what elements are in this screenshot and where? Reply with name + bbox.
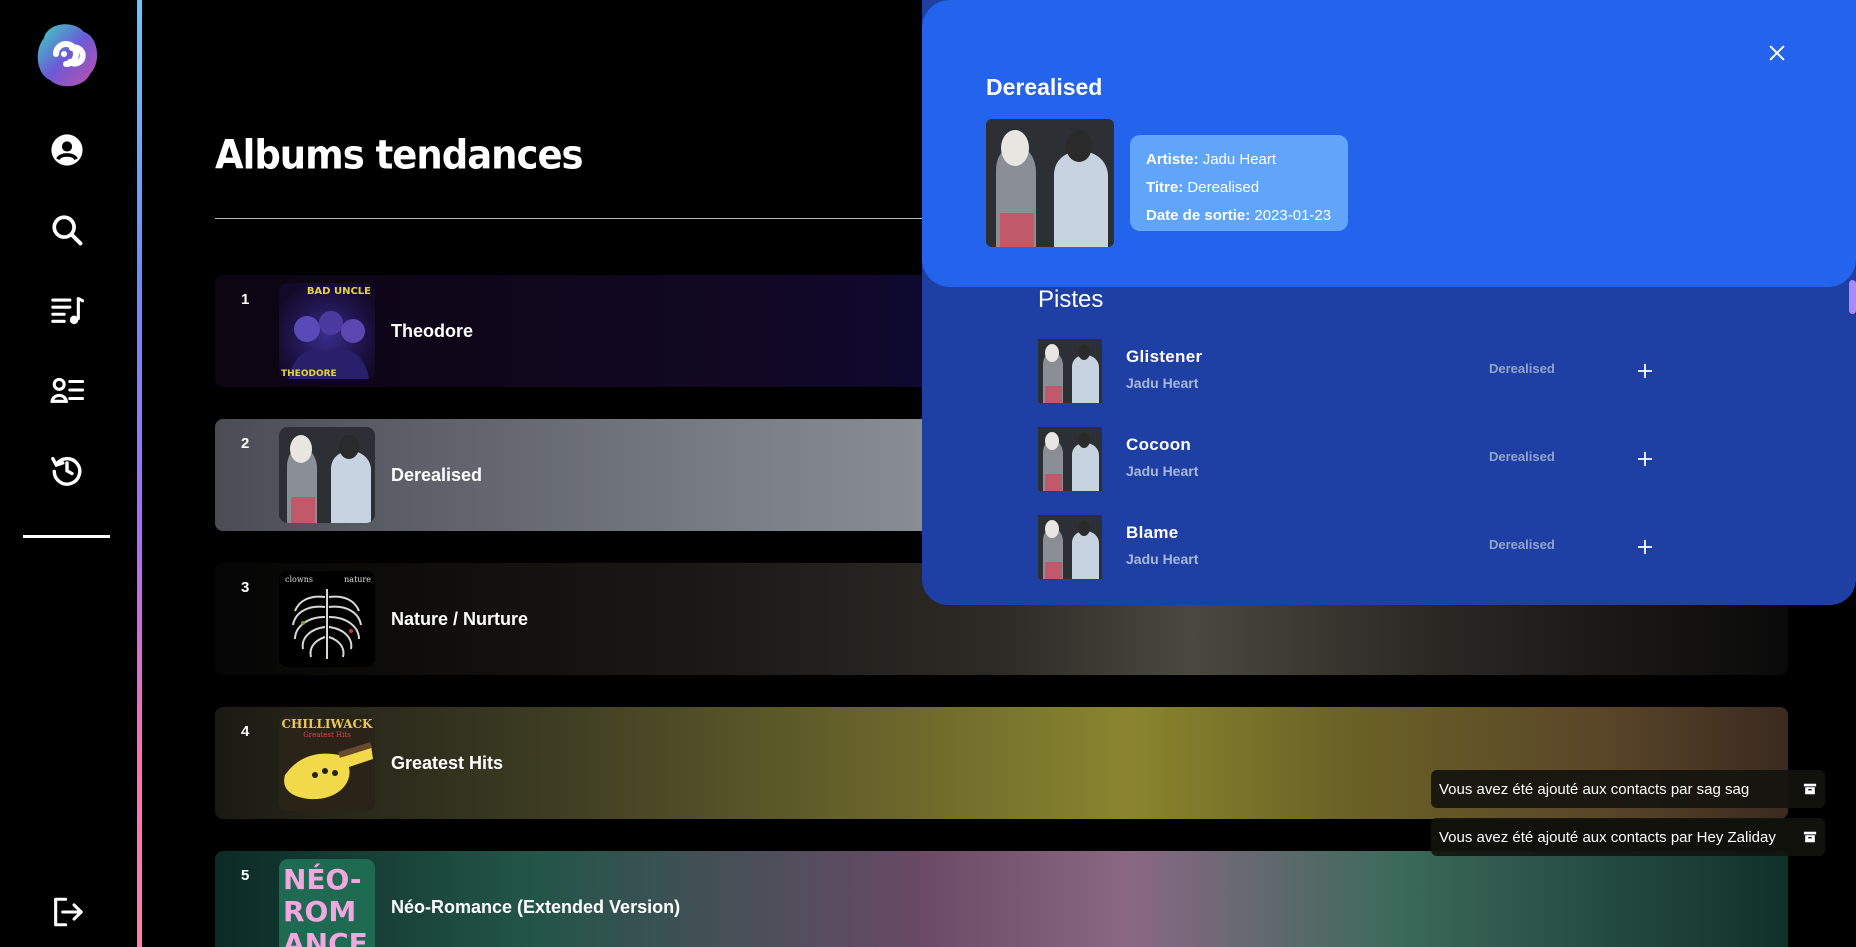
album-detail-popup: Derealised Artiste: Jadu Heart Titre: De… <box>922 0 1856 605</box>
album-name: Néo-Romance (Extended Version) <box>391 897 681 917</box>
app-logo[interactable] <box>34 18 100 90</box>
info-artist-value: Jadu Heart <box>1202 151 1277 168</box>
track-title: Cocoon <box>1126 435 1192 454</box>
track-album: Derealised <box>1489 361 1555 376</box>
title-divider <box>215 218 1035 219</box>
track-cover <box>1038 515 1102 579</box>
track-artist: Jadu Heart <box>1126 463 1199 479</box>
album-name: Derealised <box>391 465 483 485</box>
notification-toast: Vous avez été ajouté aux contacts par He… <box>1431 818 1825 856</box>
cover-left-text: clowns <box>285 575 313 584</box>
history-icon[interactable] <box>48 451 86 489</box>
track-album: Derealised <box>1489 537 1555 552</box>
info-title-value: Derealised <box>1187 179 1260 196</box>
logout-icon[interactable] <box>48 893 86 931</box>
cover-band-text: BAD UNCLE <box>307 286 371 297</box>
popup-album-title: Derealised <box>986 74 1103 100</box>
info-date-line: Date de sortie: 2023-01-23 <box>1146 202 1332 230</box>
album-info-card: Artiste: Jadu Heart Titre: Derealised Da… <box>1130 135 1348 231</box>
album-cover <box>279 427 375 523</box>
album-rank: 3 <box>241 579 250 596</box>
track-artist: Jadu Heart <box>1126 375 1199 391</box>
cover-title-text: THEODORE <box>281 369 337 379</box>
cover-line-3: ANCE <box>283 927 368 947</box>
add-track-plus-icon[interactable] <box>1630 356 1660 386</box>
cover-right-text: nature <box>344 575 371 584</box>
add-track-plus-icon[interactable] <box>1630 532 1660 562</box>
notification-toast: Vous avez été ajouté aux contacts par sa… <box>1431 770 1825 808</box>
track-row[interactable]: Blame Jadu Heart Derealised <box>1038 515 1748 581</box>
cover-line-2: ROM <box>283 895 356 928</box>
popup-scrollbar[interactable] <box>1849 280 1856 314</box>
album-cover: CHILLIWACK Greatest Hits <box>279 715 375 811</box>
album-rank: 2 <box>241 435 250 452</box>
close-icon[interactable] <box>1762 38 1792 68</box>
playlist-icon[interactable] <box>48 291 86 329</box>
info-date-label: Date de sortie: <box>1146 207 1251 224</box>
tracks-heading: Pistes <box>1038 286 1104 313</box>
user-circle-icon[interactable] <box>48 131 86 169</box>
album-name: Greatest Hits <box>391 753 504 773</box>
album-name: Theodore <box>391 321 474 341</box>
info-title-label: Titre: <box>1146 179 1184 196</box>
track-cover <box>1038 427 1102 491</box>
track-row[interactable]: Glistener Jadu Heart Derealised <box>1038 339 1748 405</box>
info-date-value: 2023-01-23 <box>1254 207 1332 224</box>
info-artist-line: Artiste: Jadu Heart <box>1146 146 1332 174</box>
track-title: Glistener <box>1126 347 1203 366</box>
cover-band-text: CHILLIWACK <box>282 717 374 731</box>
track-row[interactable]: Cocoon Jadu Heart Derealised <box>1038 427 1748 493</box>
popup-header: Derealised Artiste: Jadu Heart Titre: De… <box>922 0 1856 287</box>
cover-sub-text: Greatest Hits <box>303 731 351 739</box>
album-rank: 1 <box>241 291 250 308</box>
album-name: Nature / Nurture <box>391 609 529 629</box>
toast-text: Vous avez été ajouté aux contacts par sa… <box>1439 780 1750 798</box>
popup-album-cover <box>986 119 1114 247</box>
album-rank: 5 <box>241 867 250 884</box>
track-album: Derealised <box>1489 449 1555 464</box>
track-cover <box>1038 339 1102 403</box>
trash-icon[interactable] <box>1795 822 1825 852</box>
sidebar <box>0 0 137 947</box>
album-row[interactable]: 5 NÉO- ROM ANCE Néo-Romance (Extended Ve… <box>215 851 1788 947</box>
album-rank: 4 <box>241 723 250 740</box>
info-artist-label: Artiste: <box>1146 151 1199 168</box>
album-cover: NÉO- ROM ANCE <box>279 859 375 947</box>
cover-line-1: NÉO- <box>283 862 362 896</box>
album-cover: clowns nature <box>279 571 375 667</box>
track-title: Blame <box>1126 523 1179 542</box>
add-track-plus-icon[interactable] <box>1630 444 1660 474</box>
track-artist: Jadu Heart <box>1126 551 1199 567</box>
toast-text: Vous avez été ajouté aux contacts par He… <box>1439 828 1776 846</box>
contacts-icon[interactable] <box>48 371 86 409</box>
search-icon[interactable] <box>48 211 86 249</box>
page-title: Albums tendances <box>215 132 584 179</box>
sidebar-divider <box>23 535 110 538</box>
info-title-line: Titre: Derealised <box>1146 174 1332 202</box>
album-cover: BAD UNCLE THEODORE <box>279 283 375 379</box>
trash-icon[interactable] <box>1795 774 1825 804</box>
